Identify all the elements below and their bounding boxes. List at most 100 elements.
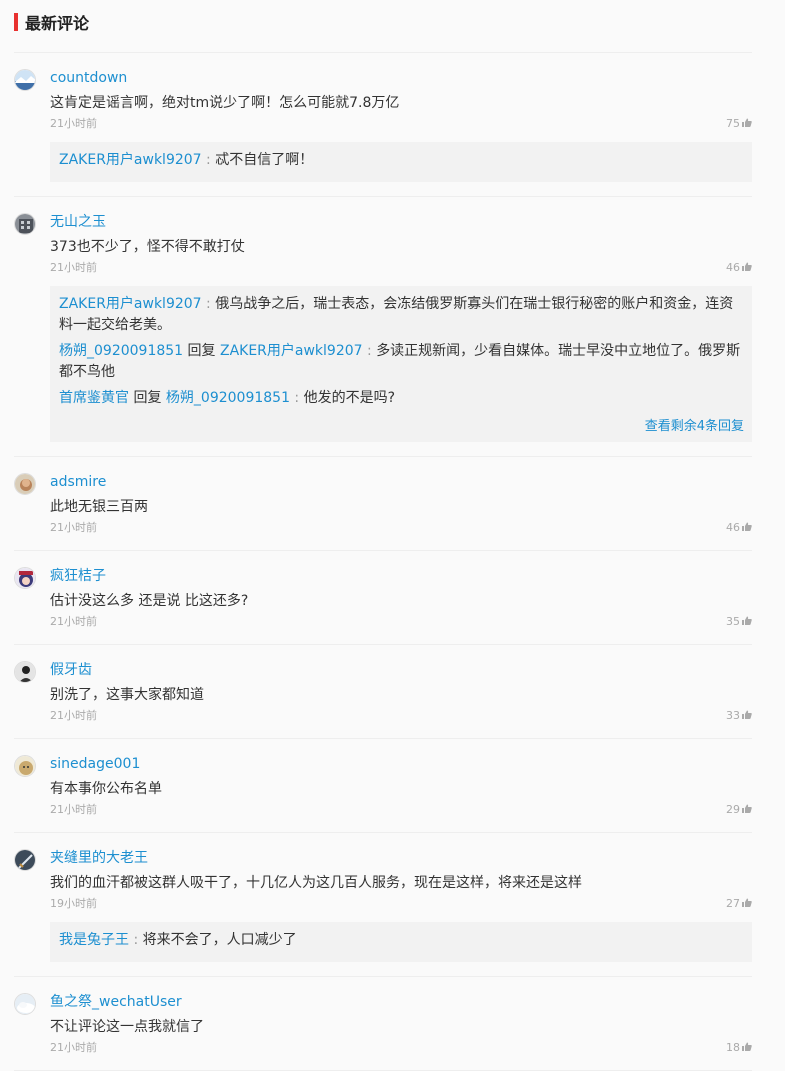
comment-author[interactable]: 无山之玉 — [50, 213, 752, 231]
like-button[interactable]: 18 — [726, 1040, 752, 1056]
reply-target[interactable]: ZAKER用户awkl9207 — [220, 343, 363, 359]
like-count: 75 — [726, 117, 740, 130]
reply-author[interactable]: ZAKER用户awkl9207 — [59, 296, 202, 312]
like-count: 27 — [726, 897, 740, 910]
comment-text: 不让评论这一点我就信了 — [50, 1019, 204, 1035]
comment-meta: 21小时前 75 — [50, 116, 752, 132]
section-accent-bar — [14, 13, 18, 31]
reply-colon: : — [362, 343, 377, 359]
comment-text: 这肯定是谣言啊，绝对tm说少了啊！怎么可能就7.8万亿 — [50, 95, 400, 111]
comment-time: 21小时前 — [50, 117, 97, 130]
reply-colon: : — [201, 296, 216, 312]
comment-time: 21小时前 — [50, 709, 97, 722]
avatar-landscape-icon[interactable] — [14, 69, 36, 91]
reply-item: ZAKER用户awkl9207 : 俄乌战争之后，瑞士表态，会冻结俄罗斯寡头们在… — [59, 294, 744, 336]
reply-item: 杨朔_0920091851 回复 ZAKER用户awkl9207 : 多读正规新… — [59, 341, 744, 383]
reply-author[interactable]: ZAKER用户awkl9207 — [59, 152, 202, 168]
reply-word: 回复 — [187, 343, 216, 359]
thumbs-up-icon — [742, 896, 752, 912]
section-title: 最新评论 — [25, 14, 90, 33]
avatar-building-icon[interactable] — [14, 213, 36, 235]
avatar-anime-icon[interactable] — [14, 567, 36, 589]
comment-meta: 21小时前 33 — [50, 708, 752, 724]
like-count: 46 — [726, 521, 740, 534]
comment-item: 疯狂桔子估计没这么多 还是说 比这还多? 21小时前 35 — [14, 551, 752, 645]
reply-target[interactable]: 杨朔_0920091851 — [166, 390, 290, 406]
reply-item: 我是兔子王 : 将来不会了，人口减少了 — [59, 930, 744, 951]
section-header: 最新评论 — [14, 0, 752, 53]
comment-item: sinedage001 有本事你公布名单 21小时前 29 — [14, 739, 752, 833]
comment-text: 估计没这么多 还是说 比这还多? — [50, 593, 249, 609]
like-button[interactable]: 33 — [726, 708, 752, 724]
comment-text: 373也不少了，怪不得不敢打仗 — [50, 239, 245, 255]
like-button[interactable]: 27 — [726, 896, 752, 912]
like-button[interactable]: 29 — [726, 802, 752, 818]
comment-list: countdown 这肯定是谣言啊，绝对tm说少了啊！怎么可能就7.8万亿 21小时… — [14, 53, 752, 1071]
avatar-dark-figure-icon[interactable] — [14, 661, 36, 683]
reply-author[interactable]: 首席鉴黄官 — [59, 390, 129, 406]
like-button[interactable]: 46 — [726, 520, 752, 536]
thumbs-up-icon — [742, 614, 752, 630]
comment-author[interactable]: adsmire — [50, 473, 752, 491]
comment-meta: 21小时前 18 — [50, 1040, 752, 1056]
like-button[interactable]: 46 — [726, 260, 752, 276]
comment-item: 鱼之祭_wechatUser 不让评论这一点我就信了 21小时前 18 — [14, 977, 752, 1071]
thumbs-up-icon — [742, 260, 752, 276]
like-count: 29 — [726, 803, 740, 816]
comment-author[interactable]: sinedage001 — [50, 755, 752, 773]
comment-text: 有本事你公布名单 — [50, 781, 162, 797]
comment-text: 别洗了，这事大家都知道 — [50, 687, 204, 703]
comment-time: 21小时前 — [50, 521, 97, 534]
reply-word: 回复 — [133, 390, 162, 406]
comment-item: 夹缝里的大老王 我们的血汗都被这群人吸干了，十几亿人为这几百人服务，现在是这样，将… — [14, 833, 752, 977]
reply-item: ZAKER用户awkl9207 : 忒不自信了啊！ — [59, 150, 744, 171]
comment-meta: 19小时前 27 — [50, 896, 752, 912]
comment-meta: 21小时前 29 — [50, 802, 752, 818]
avatar-sword-icon[interactable] — [14, 849, 36, 871]
reply-colon: : — [289, 390, 304, 406]
reply-box: 我是兔子王 : 将来不会了，人口减少了 — [50, 922, 752, 962]
comment-meta: 21小时前 35 — [50, 614, 752, 630]
comment-text: 我们的血汗都被这群人吸干了，十几亿人为这几百人服务，现在是这样，将来还是这样 — [50, 875, 582, 891]
like-button[interactable]: 75 — [726, 116, 752, 132]
thumbs-up-icon — [742, 708, 752, 724]
comment-item: 假牙齿别洗了，这事大家都知道 21小时前 33 — [14, 645, 752, 739]
comment-author[interactable]: 夹缝里的大老王 — [50, 849, 752, 867]
reply-item: 首席鉴黄官 回复 杨朔_0920091851 : 他发的不是吗? — [59, 388, 744, 409]
thumbs-up-icon — [742, 802, 752, 818]
comment-meta: 21小时前 46 — [50, 520, 752, 536]
comment-time: 21小时前 — [50, 803, 97, 816]
reply-colon: : — [201, 152, 216, 168]
comment-time: 21小时前 — [50, 1041, 97, 1054]
thumbs-up-icon — [742, 1040, 752, 1056]
comment-text: 此地无银三百两 — [50, 499, 148, 515]
reply-text: 将来不会了，人口减少了 — [142, 932, 297, 948]
reply-author[interactable]: 我是兔子王 — [59, 932, 129, 948]
comment-author[interactable]: 假牙齿 — [50, 661, 752, 679]
view-more-replies-link[interactable]: 查看剩余4条回复 — [59, 415, 744, 434]
comment-item: 无山之玉 373也不少了，怪不得不敢打仗 21小时前 46 ZAKER用户awkl920… — [14, 197, 752, 457]
reply-colon: : — [129, 932, 143, 948]
comment-author[interactable]: countdown — [50, 69, 752, 87]
avatar-default-icon[interactable] — [14, 993, 36, 1015]
comment-author[interactable]: 鱼之祭_wechatUser — [50, 993, 752, 1011]
avatar-face-icon[interactable] — [14, 473, 36, 495]
like-count: 46 — [726, 261, 740, 274]
thumbs-up-icon — [742, 116, 752, 132]
comment-meta: 21小时前 46 — [50, 260, 752, 276]
reply-box: ZAKER用户awkl9207 : 忒不自信了啊！ — [50, 142, 752, 182]
like-button[interactable]: 35 — [726, 614, 752, 630]
comment-time: 21小时前 — [50, 261, 97, 274]
comment-item: adsmire 此地无银三百两 21小时前 46 — [14, 457, 752, 551]
thumbs-up-icon — [742, 520, 752, 536]
avatar-dog-icon[interactable] — [14, 755, 36, 777]
reply-box: ZAKER用户awkl9207 : 俄乌战争之后，瑞士表态，会冻结俄罗斯寡头们在… — [50, 286, 752, 442]
reply-author[interactable]: 杨朔_0920091851 — [59, 343, 183, 359]
comments-section: 最新评论 countdown 这肯定是谣言啊，绝对tm说少了啊！怎么可能就7.8万… — [14, 0, 752, 1071]
comment-time: 19小时前 — [50, 897, 97, 910]
comment-time: 21小时前 — [50, 615, 97, 628]
comment-author[interactable]: 疯狂桔子 — [50, 567, 752, 585]
comment-item: countdown 这肯定是谣言啊，绝对tm说少了啊！怎么可能就7.8万亿 21小时… — [14, 53, 752, 197]
reply-text: 他发的不是吗? — [303, 390, 396, 406]
like-count: 35 — [726, 615, 740, 628]
